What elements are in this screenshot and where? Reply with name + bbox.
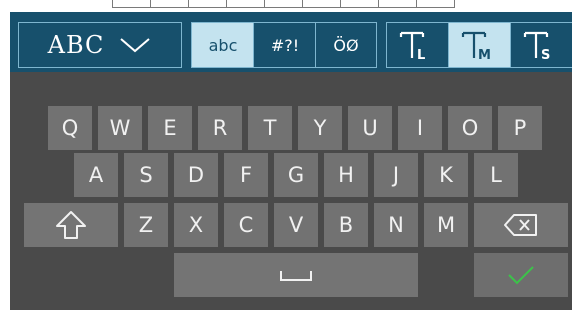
key-o[interactable]: O (448, 106, 492, 150)
layout-dropdown-button[interactable]: ABC (19, 23, 181, 67)
key-b[interactable]: B (324, 203, 368, 247)
charset-tab-group: abc #?! ÖØ (191, 22, 377, 68)
key-j[interactable]: J (374, 153, 418, 197)
key-label: C (238, 213, 254, 237)
key-k[interactable]: K (424, 153, 468, 197)
key-label: B (338, 213, 354, 237)
key-label: W (109, 116, 131, 140)
key-a[interactable]: A (74, 153, 118, 197)
key-label: D (187, 163, 205, 187)
key-label: F (239, 163, 253, 187)
key-n[interactable]: N (374, 203, 418, 247)
key-label: I (416, 116, 424, 140)
key-label: Z (138, 213, 154, 237)
key-g[interactable]: G (274, 153, 318, 197)
tab-accents-label: ÖØ (333, 35, 359, 55)
key-d[interactable]: D (174, 153, 218, 197)
text-size-large-icon: L (399, 31, 425, 63)
layout-selector[interactable]: ABC (18, 22, 182, 68)
key-label: H (338, 163, 354, 187)
space-bar-icon (280, 271, 312, 281)
key-l[interactable]: L (474, 153, 518, 197)
key-label: O (461, 116, 479, 140)
text-size-medium-button[interactable]: M (449, 23, 511, 67)
key-s[interactable]: S (124, 153, 168, 197)
key-label: N (388, 213, 404, 237)
key-label: A (88, 163, 104, 187)
key-label: T (263, 116, 277, 140)
chevron-down-icon (120, 38, 151, 53)
confirm-key[interactable] (474, 253, 568, 297)
space-bar[interactable] (174, 253, 418, 297)
key-label: P (513, 116, 527, 140)
shift-key[interactable] (24, 203, 118, 247)
key-i[interactable]: I (398, 106, 442, 150)
key-c[interactable]: C (224, 203, 268, 247)
key-label: Y (313, 116, 327, 140)
key-label: R (212, 116, 228, 140)
keyboard-toolbar: ABC abc #?! ÖØ L M S (10, 12, 572, 72)
key-f[interactable]: F (224, 153, 268, 197)
ruler-lines (112, 0, 455, 8)
size-letter-small: S (541, 48, 550, 63)
checkmark-icon (508, 266, 534, 285)
tab-symbols-label: #?! (270, 35, 300, 55)
key-h[interactable]: H (324, 153, 368, 197)
backspace-key[interactable] (474, 203, 568, 247)
key-t[interactable]: T (248, 106, 292, 150)
key-label: Q (61, 116, 79, 140)
key-p[interactable]: P (498, 106, 542, 150)
key-label: U (362, 116, 378, 140)
text-size-large-button[interactable]: L (387, 23, 449, 67)
key-z[interactable]: Z (124, 203, 168, 247)
key-m[interactable]: M (424, 203, 468, 247)
size-letter-medium: M (478, 48, 491, 63)
key-label: V (288, 213, 304, 237)
layout-label: ABC (47, 31, 105, 59)
tab-accents[interactable]: ÖØ (316, 23, 376, 67)
key-u[interactable]: U (348, 106, 392, 150)
key-label: J (392, 163, 400, 187)
tab-symbols[interactable]: #?! (254, 23, 316, 67)
text-size-medium-icon: M (461, 31, 491, 63)
size-letter-large: L (417, 48, 425, 63)
tab-lowercase-label: abc (208, 35, 238, 55)
key-label: L (490, 163, 502, 187)
key-y[interactable]: Y (298, 106, 342, 150)
key-label: E (163, 116, 177, 140)
key-r[interactable]: R (198, 106, 242, 150)
key-w[interactable]: W (98, 106, 142, 150)
shift-arrow-icon (56, 211, 86, 239)
key-v[interactable]: V (274, 203, 318, 247)
key-e[interactable]: E (148, 106, 192, 150)
text-size-small-icon: S (523, 31, 550, 63)
key-label: X (188, 213, 204, 237)
key-label: K (439, 163, 453, 187)
key-label: S (139, 163, 153, 187)
text-size-group: L M S (386, 22, 572, 68)
backspace-icon (504, 214, 537, 236)
tab-lowercase[interactable]: abc (192, 23, 254, 67)
top-strip (0, 0, 572, 12)
text-size-small-button[interactable]: S (511, 23, 572, 67)
key-q[interactable]: Q (48, 106, 92, 150)
key-label: G (287, 163, 305, 187)
key-x[interactable]: X (174, 203, 218, 247)
on-screen-keyboard: Q W E R T Y U I O P A S D F G H J K L Z … (10, 72, 572, 310)
key-label: M (436, 213, 456, 237)
